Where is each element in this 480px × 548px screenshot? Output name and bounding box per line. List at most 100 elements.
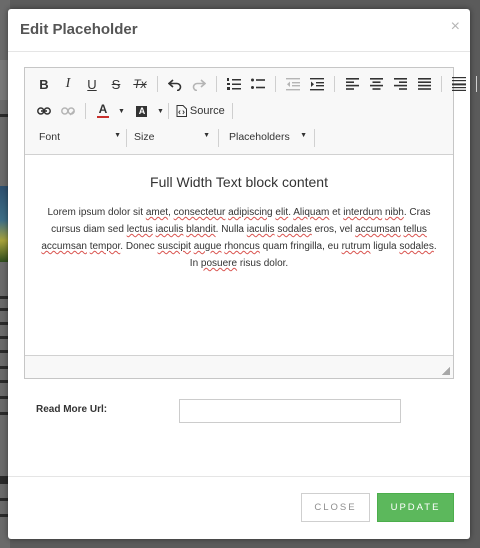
background-text [0, 380, 8, 383]
size-dropdown-label: Size [134, 131, 155, 143]
spellcheck-word: iaculis [155, 224, 184, 235]
bulleted-list-button[interactable] [247, 73, 269, 95]
spellcheck-word: nibh [384, 207, 404, 218]
spellcheck-word: amet [145, 207, 169, 218]
background-text [0, 498, 8, 501]
spellcheck-word: suscipit [157, 241, 191, 252]
spellcheck-word: rhoncus [224, 241, 260, 252]
toolbar-separator [231, 103, 233, 119]
editor-content-area[interactable]: Full Width Text block content Lorem ipsu… [25, 155, 453, 355]
toolbar-row-1: B I U S Tx [33, 73, 480, 95]
numbered-list-button[interactable] [223, 73, 245, 95]
background-text [0, 350, 8, 353]
paragraph-text: eros, vel [311, 224, 356, 235]
paragraph-text: Lorem ipsum dolor sit [47, 207, 146, 218]
text-color-icon: A [98, 102, 108, 116]
background-text [0, 412, 8, 415]
background-text [0, 296, 8, 299]
background-text [0, 336, 8, 339]
increase-indent-button[interactable] [306, 73, 328, 95]
background-text [0, 514, 8, 517]
chevron-down-icon: ▼ [300, 132, 307, 139]
spellcheck-word: elit [275, 207, 289, 218]
source-icon [176, 105, 187, 117]
horizontal-rule-icon [452, 77, 466, 91]
align-center-button[interactable] [365, 73, 387, 95]
undo-button[interactable] [164, 73, 186, 95]
italic-button[interactable]: I [57, 73, 79, 95]
toolbar-separator [216, 76, 217, 92]
spellcheck-word: lectus [126, 224, 153, 235]
toolbar-separator [85, 103, 86, 119]
undo-icon [168, 79, 182, 91]
toolbar-row-2: A ▼ A ▼ Source [33, 100, 239, 122]
numbered-list-icon [227, 78, 241, 90]
toolbar-separator [334, 76, 335, 92]
spellcheck-word: blandit [186, 224, 216, 235]
read-more-url-input[interactable] [179, 399, 401, 423]
chevron-down-icon: ▼ [118, 107, 125, 115]
close-button[interactable]: CLOSE [301, 493, 370, 522]
strikethrough-button[interactable]: S [105, 73, 127, 95]
resize-handle-icon[interactable] [442, 367, 450, 375]
text-color-button[interactable]: A [92, 100, 114, 122]
text-color-swatch [97, 116, 109, 118]
spellcheck-word: tempor [89, 241, 121, 252]
font-dropdown-label: Font [39, 131, 61, 143]
font-dropdown[interactable]: Font ▼ [39, 130, 121, 146]
paragraph-text: et [329, 207, 344, 218]
background-text [0, 308, 8, 311]
update-button[interactable]: UPDATE [377, 493, 454, 522]
toolbar-separator [275, 76, 276, 92]
link-button[interactable] [33, 100, 55, 122]
paragraph-text: ligula [370, 241, 400, 252]
paragraph-text: . Donec [120, 241, 158, 252]
size-dropdown[interactable]: Size ▼ [134, 130, 210, 146]
editor-toolbar: B I U S Tx A ▼ A ▼ Source Font ▼ Size ▼ … [25, 68, 477, 155]
toolbar-separator [218, 129, 219, 147]
background-text [0, 366, 8, 369]
align-center-icon [369, 78, 383, 90]
close-icon[interactable]: × [451, 19, 460, 35]
horizontal-rule-button[interactable] [448, 73, 470, 95]
spellcheck-word: sodales [277, 224, 312, 235]
source-button[interactable]: Source [175, 100, 226, 122]
remove-format-button[interactable]: Tx [129, 73, 151, 95]
justify-button[interactable] [413, 73, 435, 95]
spellcheck-word: posuere [200, 258, 238, 269]
background-text [0, 396, 8, 399]
align-left-icon [345, 78, 359, 90]
dialog-footer: CLOSE UPDATE [8, 476, 470, 540]
background-text [0, 114, 8, 117]
chevron-down-icon: ▼ [203, 132, 210, 139]
background-color-button[interactable]: A [131, 100, 153, 122]
toolbar-separator [126, 129, 127, 147]
spellcheck-word: accumsan [41, 241, 87, 252]
chevron-down-icon: ▼ [156, 107, 164, 115]
paragraph-text: risus dolor. [237, 258, 289, 269]
decrease-indent-button[interactable] [282, 73, 304, 95]
bold-button[interactable]: B [33, 73, 55, 95]
redo-button[interactable] [188, 73, 210, 95]
paragraph-text: quam fringilla, eu [259, 241, 342, 252]
justify-icon [417, 78, 431, 90]
underline-button[interactable]: U [81, 73, 103, 95]
redo-icon [192, 79, 206, 91]
spellcheck-word: iaculis [246, 224, 275, 235]
align-right-button[interactable] [389, 73, 411, 95]
spellcheck-word: rutrum [341, 241, 371, 252]
toolbar-separator [167, 103, 169, 119]
toolbar-separator [441, 76, 442, 92]
paragraph-text: . Nulla [215, 224, 247, 235]
dialog-header: Edit Placeholder × [8, 9, 470, 52]
link-icon [37, 107, 51, 115]
edit-placeholder-dialog: Edit Placeholder × B I U S Tx A ▼ A ▼ So… [8, 9, 477, 540]
placeholders-dropdown[interactable]: Placeholders ▼ [229, 130, 307, 146]
toolbar-separator [314, 129, 315, 147]
read-more-url-label: Read More Url: [36, 404, 108, 415]
spellcheck-word: sodales [399, 241, 434, 252]
unlink-button[interactable] [57, 100, 79, 122]
align-left-button[interactable] [341, 73, 363, 95]
align-right-icon [393, 78, 407, 90]
spellcheck-word: interdum [343, 207, 383, 218]
